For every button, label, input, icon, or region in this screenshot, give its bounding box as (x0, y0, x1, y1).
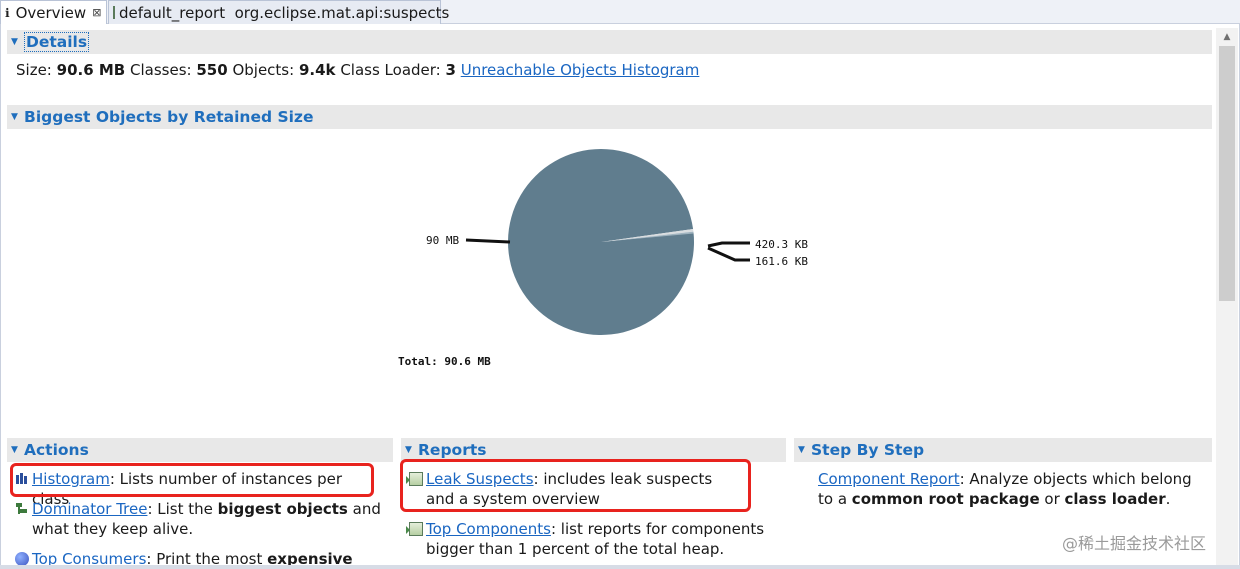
actions-section-header[interactable]: ▼ Actions (7, 438, 393, 462)
objects-label: Objects: (232, 61, 295, 79)
actions-title[interactable]: Actions (24, 441, 89, 459)
slice-label-161kb: 161.6 KB (755, 255, 808, 268)
watermark: @稀土掘金技术社区 (1062, 534, 1207, 553)
details-section-header[interactable]: ▼ Details (7, 30, 1212, 54)
tab-default-report[interactable]: default_report org.eclipse.mat.api:suspe… (108, 0, 449, 24)
biggest-objects-title[interactable]: Biggest Objects by Retained Size (24, 108, 313, 126)
biggest-objects-section-header[interactable]: ▼ Biggest Objects by Retained Size (7, 105, 1212, 129)
tab-overview[interactable]: ℹ Overview ⊠ (0, 0, 107, 24)
dominator-description-1: : List the (147, 500, 218, 518)
top-components-link[interactable]: Top Components (426, 520, 551, 538)
classes-value: 550 (196, 61, 228, 79)
scroll-up-icon[interactable]: ▲ (1216, 28, 1238, 46)
pie-slice-1[interactable] (508, 148, 694, 335)
classes-label: Classes: (130, 61, 192, 79)
collapse-triangle-icon[interactable]: ▼ (405, 445, 413, 455)
leader-line-420kb (707, 241, 750, 248)
details-summary: Size: 90.6 MB Classes: 550 Objects: 9.4k… (16, 61, 699, 79)
action-dominator-tree: Dominator Tree: List the biggest objects… (15, 499, 385, 539)
dominator-tree-icon (15, 502, 29, 516)
collapse-triangle-icon[interactable]: ▼ (11, 112, 19, 122)
top-consumers-icon (15, 552, 29, 566)
report-top-components: Top Components: list reports for compone… (406, 519, 779, 559)
component-report-bold-2: class loader (1064, 490, 1166, 508)
details-title[interactable]: Details (24, 32, 90, 52)
objects-value: 9.4k (298, 61, 336, 79)
retained-size-pie-chart: 90 MB 420.3 KB 161.6 KB Total: 90.6 MB (398, 148, 808, 368)
editor-tab-bar: ℹ Overview ⊠ default_report org.eclipse.… (0, 0, 1240, 24)
scrollbar-thumb[interactable] (1219, 46, 1235, 301)
collapse-triangle-icon[interactable]: ▼ (11, 445, 19, 455)
class-loader-value: 3 (445, 61, 456, 79)
collapse-triangle-icon[interactable]: ▼ (11, 37, 19, 47)
unreachable-objects-histogram-link[interactable]: Unreachable Objects Histogram (461, 61, 700, 79)
tab-overview-label: Overview (15, 3, 87, 22)
pie-total-label: Total: 90.6 MB (398, 355, 491, 368)
leader-line-161kb (707, 246, 750, 262)
collapse-triangle-icon[interactable]: ▼ (798, 445, 806, 455)
reports-title[interactable]: Reports (418, 441, 486, 459)
step-component-report: Component Report: Analyze objects which … (818, 469, 1210, 509)
dominator-tree-link[interactable]: Dominator Tree (32, 500, 147, 518)
report-icon (113, 6, 115, 19)
vertical-scrollbar[interactable]: ▲ (1216, 28, 1238, 565)
tab-default-report-label: default_report org.eclipse.mat.api:suspe… (119, 3, 450, 22)
step-by-step-title[interactable]: Step By Step (811, 441, 924, 459)
info-icon: ℹ (5, 5, 10, 20)
slice-label-420kb: 420.3 KB (755, 238, 808, 251)
highlight-box-leak-suspects (400, 459, 751, 512)
component-report-description-3: . (1165, 490, 1171, 508)
highlight-box-histogram (10, 463, 374, 497)
component-report-link[interactable]: Component Report (818, 470, 960, 488)
component-report-bold-1: common root package (851, 490, 1040, 508)
dominator-bold-text: biggest objects (217, 500, 348, 518)
bottom-border (0, 565, 1240, 569)
step-by-step-section-header[interactable]: ▼ Step By Step (794, 438, 1212, 462)
size-label: Size: (16, 61, 52, 79)
close-icon[interactable]: ⊠ (92, 6, 101, 19)
component-report-description-2: or (1039, 490, 1065, 508)
leader-line-90mb (465, 238, 511, 244)
class-loader-label: Class Loader: (340, 61, 441, 79)
report-icon (406, 522, 423, 536)
size-value: 90.6 MB (56, 61, 126, 79)
slice-label-90mb: 90 MB (426, 234, 459, 247)
